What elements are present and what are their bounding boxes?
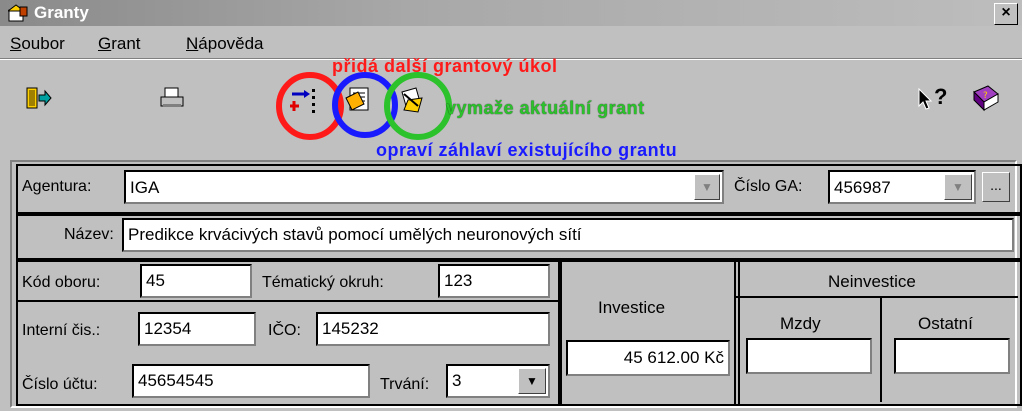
trvani-dropdown-button[interactable]: ▼ <box>518 368 546 394</box>
tematicky-okruh-label: Tématický okruh: <box>262 274 384 291</box>
cislo-uctu-label: Číslo účtu: <box>22 376 98 393</box>
agentura-select[interactable]: IGA <box>124 170 724 204</box>
close-button[interactable]: × <box>994 3 1018 25</box>
window-title: Granty <box>34 3 89 22</box>
kod-oboru-field[interactable]: 45 <box>140 264 252 298</box>
edit-header-icon[interactable] <box>344 84 374 114</box>
codes-divider <box>16 300 558 302</box>
add-task-icon[interactable] <box>290 86 320 114</box>
investice-block <box>558 258 740 406</box>
neinvestice-divider <box>734 296 1018 298</box>
print-icon[interactable] <box>158 86 186 110</box>
toolbar: vymaže aktuální grant ? ? <box>0 62 1022 152</box>
svg-text:?: ? <box>983 91 988 101</box>
cislo-ga-label: Číslo GA: <box>734 178 803 195</box>
agentura-label: Agentura: <box>22 178 92 195</box>
neinvestice-vdivider <box>880 296 882 402</box>
neinvestice-label: Neinvestice <box>828 272 916 291</box>
cislo-uctu-field[interactable]: 45654545 <box>132 364 370 398</box>
menu-grant[interactable]: Grant <box>98 34 141 54</box>
delete-grant-icon[interactable] <box>398 86 426 114</box>
nazev-field[interactable]: Predikce krvácivých stavů pomocí umělých… <box>122 218 1014 252</box>
help-book-icon[interactable]: ? <box>970 84 1000 112</box>
browse-button[interactable]: ... <box>982 172 1010 202</box>
title-bar: Granty × <box>0 0 1022 26</box>
tematicky-okruh-field[interactable]: 123 <box>438 264 550 298</box>
mzdy-field[interactable] <box>746 338 872 374</box>
whats-this-icon[interactable]: ? <box>918 84 958 114</box>
menu-napoveda[interactable]: Nápověda <box>186 34 264 54</box>
kod-oboru-label: Kód oboru: <box>22 274 101 291</box>
cislo-ga-dropdown-button[interactable]: ▼ <box>944 174 972 200</box>
investice-label: Investice <box>598 298 666 317</box>
exit-icon[interactable] <box>24 86 52 110</box>
interni-cislo-field[interactable]: 12354 <box>138 312 256 346</box>
menu-bar: Soubor Grant Nápověda <box>0 26 1022 60</box>
app-icon <box>8 4 28 22</box>
mzdy-label: Mzdy <box>780 314 821 333</box>
menu-soubor[interactable]: Soubor <box>10 34 65 54</box>
ostatni-field[interactable] <box>894 338 1010 374</box>
ico-field[interactable]: 145232 <box>316 312 550 346</box>
annotation-edit-header: opraví záhlaví existujícího grantu <box>376 140 678 160</box>
trvani-label: Trvání: <box>380 376 430 393</box>
interni-cislo-label: Interní čis.: <box>22 322 101 339</box>
ostatni-label: Ostatní <box>918 314 973 333</box>
investice-field[interactable]: 45 612.00 Kč <box>566 340 730 376</box>
agentura-dropdown-button[interactable]: ▼ <box>694 174 720 200</box>
ico-label: IČO: <box>268 322 301 339</box>
annotation-delete-grant: vymaže aktuální grant <box>446 98 645 118</box>
nazev-label: Název: <box>64 226 114 243</box>
